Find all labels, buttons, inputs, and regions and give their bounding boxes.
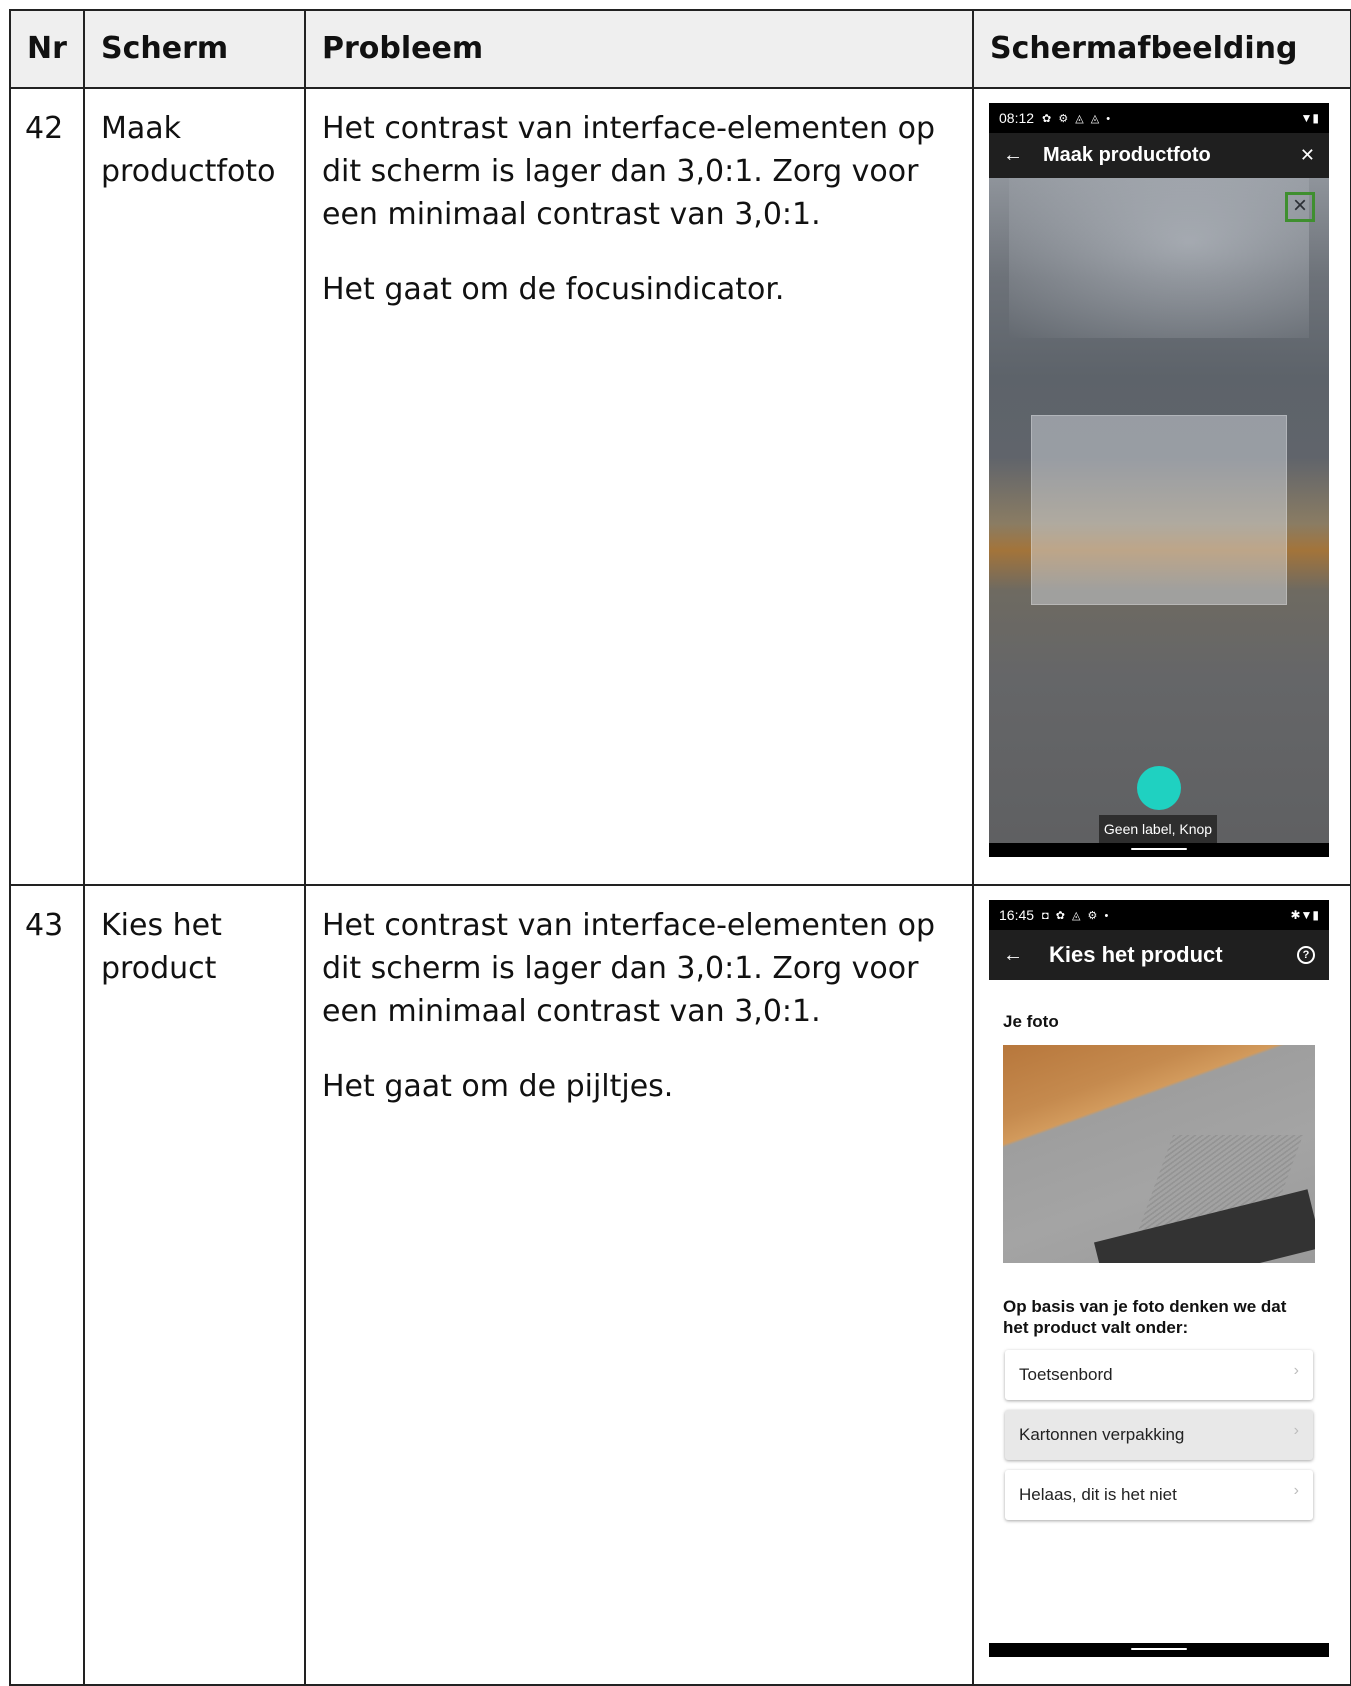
focused-close-button[interactable]: × <box>1285 192 1315 222</box>
bluetooth-wifi-battery-icon: ✱▼▮ <box>1290 908 1319 922</box>
problem-paragraph: Het contrast van interface-elementen op … <box>322 908 936 1029</box>
shutter-button[interactable] <box>1137 766 1181 810</box>
phone-screenshot: 08:12 ✿ ⚙ ◬ ◬ • ▼▮ ← Maak productfoto ✕ … <box>989 103 1329 857</box>
detection-frame <box>1031 415 1287 605</box>
screenshot-cell: 08:12 ✿ ⚙ ◬ ◬ • ▼▮ ← Maak productfoto ✕ … <box>972 87 1351 886</box>
option-toetsenbord[interactable]: Toetsenbord › <box>1005 1350 1313 1400</box>
status-bar: 08:12 ✿ ⚙ ◬ ◬ • ▼▮ <box>989 103 1329 133</box>
status-time: 08:12 <box>999 110 1035 126</box>
option-label: Helaas, dit is het niet <box>1019 1485 1177 1504</box>
suggestion-question: Op basis van je foto denken we dat het p… <box>1003 1297 1287 1337</box>
table-row: 43 Kies het product Het contrast van int… <box>9 884 1351 1686</box>
home-pill[interactable] <box>1131 1648 1187 1650</box>
screen-body: Je foto Op basis van je foto denken we d… <box>989 1012 1329 1520</box>
header-nr: Nr <box>9 9 85 89</box>
option-label: Kartonnen verpakking <box>1019 1425 1185 1444</box>
product-options: Toetsenbord › Kartonnen verpakking › Hel… <box>1003 1350 1315 1520</box>
option-niet-het-product[interactable]: Helaas, dit is het niet › <box>1005 1470 1313 1520</box>
chevron-right-icon: › <box>1293 1422 1299 1439</box>
camera-preview: × Geen label, Knop <box>989 178 1329 843</box>
row-number: 42 <box>9 87 85 886</box>
header-scherm: Scherm <box>83 9 306 89</box>
photo-label: Je foto <box>1003 1012 1059 1031</box>
app-bar-title: Maak productfoto <box>1043 144 1211 166</box>
arrow-left-icon[interactable]: ← <box>1003 144 1043 167</box>
arrow-left-icon[interactable]: ← <box>1003 944 1049 967</box>
notification-icons: ◘ ✿ ◬ ⚙ • <box>1042 909 1111 922</box>
problem-description: Het contrast van interface-elementen op … <box>304 884 974 1686</box>
app-bar: ← Kies het product ? <box>989 930 1329 980</box>
navigation-bar <box>989 1643 1329 1657</box>
header-schermafbeelding: Schermafbeelding <box>972 9 1351 89</box>
app-bar: ← Maak productfoto ✕ <box>989 133 1329 178</box>
problem-paragraph: Het contrast van interface-elementen op … <box>322 111 936 232</box>
screen-name: Maak productfoto <box>83 87 306 886</box>
screenshot-cell: 16:45 ◘ ✿ ◬ ⚙ • ✱▼▮ ← Kies het product ?… <box>972 884 1351 1686</box>
problem-paragraph: Het gaat om de pijltjes. <box>322 1069 674 1104</box>
table-row: 42 Maak productfoto Het contrast van int… <box>9 87 1351 886</box>
problem-paragraph: Het gaat om de focusindicator. <box>322 272 785 307</box>
table-header-row: Nr Scherm Probleem Schermafbeelding <box>9 9 1351 89</box>
header-probleem: Probleem <box>304 9 974 89</box>
issues-table: Nr Scherm Probleem Schermafbeelding 42 M… <box>9 9 1351 1686</box>
navigation-bar <box>989 843 1329 857</box>
status-time: 16:45 <box>999 907 1035 923</box>
accessibility-tooltip: Geen label, Knop <box>1099 815 1217 843</box>
home-pill[interactable] <box>1131 848 1187 850</box>
row-number: 43 <box>9 884 85 1686</box>
problem-description: Het contrast van interface-elementen op … <box>304 87 974 886</box>
phone-screenshot: 16:45 ◘ ✿ ◬ ⚙ • ✱▼▮ ← Kies het product ?… <box>989 900 1329 1657</box>
close-icon[interactable]: ✕ <box>1300 145 1315 166</box>
option-kartonnen-verpakking[interactable]: Kartonnen verpakking › <box>1005 1410 1313 1460</box>
product-photo <box>1003 1045 1315 1263</box>
camera-glow <box>1009 178 1309 338</box>
wifi-battery-icon: ▼▮ <box>1300 111 1319 125</box>
chevron-right-icon: › <box>1293 1482 1299 1499</box>
notification-icons: ✿ ⚙ ◬ ◬ • <box>1042 112 1113 125</box>
help-circle-icon[interactable]: ? <box>1297 946 1315 964</box>
option-label: Toetsenbord <box>1019 1365 1113 1384</box>
chevron-right-icon: › <box>1293 1362 1299 1379</box>
app-bar-title: Kies het product <box>1049 942 1223 967</box>
screen-name: Kies het product <box>83 884 306 1686</box>
status-bar: 16:45 ◘ ✿ ◬ ⚙ • ✱▼▮ <box>989 900 1329 930</box>
